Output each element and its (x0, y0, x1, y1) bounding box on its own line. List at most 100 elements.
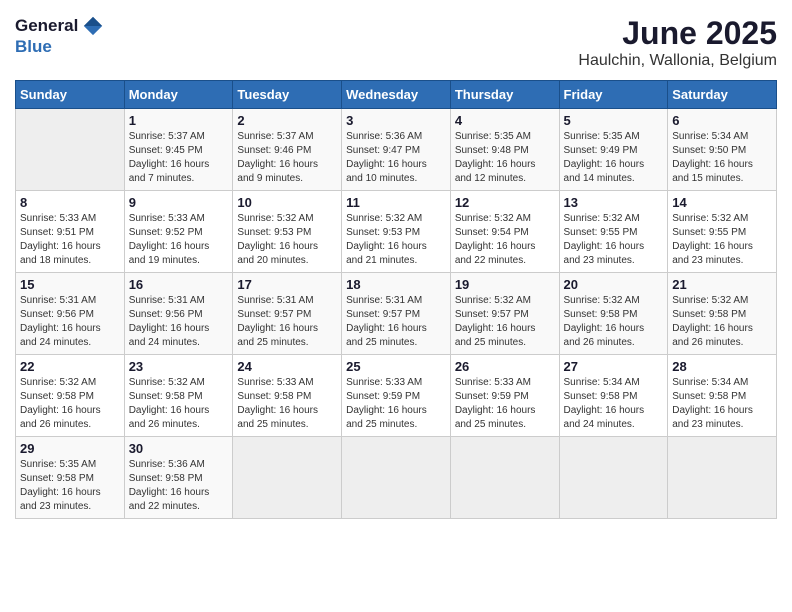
day-info: Sunrise: 5:32 AM Sunset: 9:53 PM Dayligh… (346, 212, 446, 268)
day-number: 28 (672, 359, 772, 374)
table-row: 29 Sunrise: 5:35 AM Sunset: 9:58 PM Dayl… (16, 437, 125, 519)
day-number: 10 (237, 195, 337, 210)
day-number: 18 (346, 277, 446, 292)
day-number: 25 (346, 359, 446, 374)
day-number: 1 (129, 113, 229, 128)
day-info: Sunrise: 5:32 AM Sunset: 9:58 PM Dayligh… (20, 376, 120, 432)
day-info: Sunrise: 5:32 AM Sunset: 9:55 PM Dayligh… (672, 212, 772, 268)
day-number: 30 (129, 441, 229, 456)
day-info: Sunrise: 5:35 AM Sunset: 9:48 PM Dayligh… (455, 130, 555, 186)
day-number: 2 (237, 113, 337, 128)
table-row: 28 Sunrise: 5:34 AM Sunset: 9:58 PM Dayl… (668, 355, 777, 437)
table-row: 12 Sunrise: 5:32 AM Sunset: 9:54 PM Dayl… (450, 191, 559, 273)
day-info: Sunrise: 5:33 AM Sunset: 9:59 PM Dayligh… (455, 376, 555, 432)
calendar-week-row: 29 Sunrise: 5:35 AM Sunset: 9:58 PM Dayl… (16, 437, 777, 519)
table-row: 22 Sunrise: 5:32 AM Sunset: 9:58 PM Dayl… (16, 355, 125, 437)
header-sunday: Sunday (16, 81, 125, 109)
day-info: Sunrise: 5:34 AM Sunset: 9:58 PM Dayligh… (672, 376, 772, 432)
table-row: 26 Sunrise: 5:33 AM Sunset: 9:59 PM Dayl… (450, 355, 559, 437)
logo-icon (82, 15, 104, 37)
table-row: 10 Sunrise: 5:32 AM Sunset: 9:53 PM Dayl… (233, 191, 342, 273)
logo: General Blue (15, 15, 104, 57)
header-wednesday: Wednesday (342, 81, 451, 109)
day-info: Sunrise: 5:37 AM Sunset: 9:46 PM Dayligh… (237, 130, 337, 186)
page-container: General Blue June 2025 Haulchin, Walloni… (15, 15, 777, 519)
weekday-header-row: Sunday Monday Tuesday Wednesday Thursday… (16, 81, 777, 109)
day-number: 20 (564, 277, 664, 292)
day-number: 8 (20, 195, 120, 210)
day-info: Sunrise: 5:31 AM Sunset: 9:57 PM Dayligh… (237, 294, 337, 350)
table-row (342, 437, 451, 519)
calendar-week-row: 22 Sunrise: 5:32 AM Sunset: 9:58 PM Dayl… (16, 355, 777, 437)
day-info: Sunrise: 5:35 AM Sunset: 9:49 PM Dayligh… (564, 130, 664, 186)
table-row: 25 Sunrise: 5:33 AM Sunset: 9:59 PM Dayl… (342, 355, 451, 437)
calendar-title: June 2025 (578, 15, 777, 52)
table-row (668, 437, 777, 519)
day-number: 15 (20, 277, 120, 292)
day-number: 3 (346, 113, 446, 128)
day-number: 14 (672, 195, 772, 210)
day-info: Sunrise: 5:34 AM Sunset: 9:50 PM Dayligh… (672, 130, 772, 186)
table-row: 4 Sunrise: 5:35 AM Sunset: 9:48 PM Dayli… (450, 109, 559, 191)
table-row: 27 Sunrise: 5:34 AM Sunset: 9:58 PM Dayl… (559, 355, 668, 437)
day-number: 4 (455, 113, 555, 128)
day-info: Sunrise: 5:36 AM Sunset: 9:58 PM Dayligh… (129, 458, 229, 514)
day-info: Sunrise: 5:33 AM Sunset: 9:58 PM Dayligh… (237, 376, 337, 432)
day-info: Sunrise: 5:35 AM Sunset: 9:58 PM Dayligh… (20, 458, 120, 514)
day-info: Sunrise: 5:33 AM Sunset: 9:59 PM Dayligh… (346, 376, 446, 432)
day-number: 16 (129, 277, 229, 292)
day-number: 17 (237, 277, 337, 292)
title-area: June 2025 Haulchin, Wallonia, Belgium (578, 15, 777, 70)
day-number: 6 (672, 113, 772, 128)
table-row: 19 Sunrise: 5:32 AM Sunset: 9:57 PM Dayl… (450, 273, 559, 355)
day-number: 11 (346, 195, 446, 210)
table-row (450, 437, 559, 519)
table-row: 13 Sunrise: 5:32 AM Sunset: 9:55 PM Dayl… (559, 191, 668, 273)
table-row: 6 Sunrise: 5:34 AM Sunset: 9:50 PM Dayli… (668, 109, 777, 191)
table-row (559, 437, 668, 519)
day-info: Sunrise: 5:32 AM Sunset: 9:53 PM Dayligh… (237, 212, 337, 268)
calendar-week-row: 15 Sunrise: 5:31 AM Sunset: 9:56 PM Dayl… (16, 273, 777, 355)
table-row: 14 Sunrise: 5:32 AM Sunset: 9:55 PM Dayl… (668, 191, 777, 273)
table-row: 1 Sunrise: 5:37 AM Sunset: 9:45 PM Dayli… (124, 109, 233, 191)
header-tuesday: Tuesday (233, 81, 342, 109)
table-row: 3 Sunrise: 5:36 AM Sunset: 9:47 PM Dayli… (342, 109, 451, 191)
day-info: Sunrise: 5:32 AM Sunset: 9:55 PM Dayligh… (564, 212, 664, 268)
table-row: 30 Sunrise: 5:36 AM Sunset: 9:58 PM Dayl… (124, 437, 233, 519)
calendar-table: Sunday Monday Tuesday Wednesday Thursday… (15, 80, 777, 519)
table-row: 24 Sunrise: 5:33 AM Sunset: 9:58 PM Dayl… (233, 355, 342, 437)
day-number: 22 (20, 359, 120, 374)
calendar-subtitle: Haulchin, Wallonia, Belgium (578, 52, 777, 70)
table-row: 9 Sunrise: 5:33 AM Sunset: 9:52 PM Dayli… (124, 191, 233, 273)
day-info: Sunrise: 5:32 AM Sunset: 9:58 PM Dayligh… (129, 376, 229, 432)
day-info: Sunrise: 5:31 AM Sunset: 9:56 PM Dayligh… (20, 294, 120, 350)
day-number: 13 (564, 195, 664, 210)
day-number: 27 (564, 359, 664, 374)
day-number: 9 (129, 195, 229, 210)
table-row: 5 Sunrise: 5:35 AM Sunset: 9:49 PM Dayli… (559, 109, 668, 191)
header: General Blue June 2025 Haulchin, Walloni… (15, 15, 777, 70)
day-number: 23 (129, 359, 229, 374)
day-number: 21 (672, 277, 772, 292)
logo-blue: Blue (15, 37, 52, 57)
table-row: 15 Sunrise: 5:31 AM Sunset: 9:56 PM Dayl… (16, 273, 125, 355)
table-row (233, 437, 342, 519)
day-number: 19 (455, 277, 555, 292)
day-info: Sunrise: 5:32 AM Sunset: 9:58 PM Dayligh… (672, 294, 772, 350)
header-saturday: Saturday (668, 81, 777, 109)
table-row: 20 Sunrise: 5:32 AM Sunset: 9:58 PM Dayl… (559, 273, 668, 355)
day-number: 24 (237, 359, 337, 374)
logo-general: General (15, 16, 78, 36)
day-info: Sunrise: 5:32 AM Sunset: 9:57 PM Dayligh… (455, 294, 555, 350)
table-row: 18 Sunrise: 5:31 AM Sunset: 9:57 PM Dayl… (342, 273, 451, 355)
table-row: 16 Sunrise: 5:31 AM Sunset: 9:56 PM Dayl… (124, 273, 233, 355)
table-row: 23 Sunrise: 5:32 AM Sunset: 9:58 PM Dayl… (124, 355, 233, 437)
day-info: Sunrise: 5:37 AM Sunset: 9:45 PM Dayligh… (129, 130, 229, 186)
day-info: Sunrise: 5:33 AM Sunset: 9:52 PM Dayligh… (129, 212, 229, 268)
day-info: Sunrise: 5:32 AM Sunset: 9:54 PM Dayligh… (455, 212, 555, 268)
table-row: 17 Sunrise: 5:31 AM Sunset: 9:57 PM Dayl… (233, 273, 342, 355)
table-row: 21 Sunrise: 5:32 AM Sunset: 9:58 PM Dayl… (668, 273, 777, 355)
day-number: 5 (564, 113, 664, 128)
day-info: Sunrise: 5:31 AM Sunset: 9:57 PM Dayligh… (346, 294, 446, 350)
header-monday: Monday (124, 81, 233, 109)
